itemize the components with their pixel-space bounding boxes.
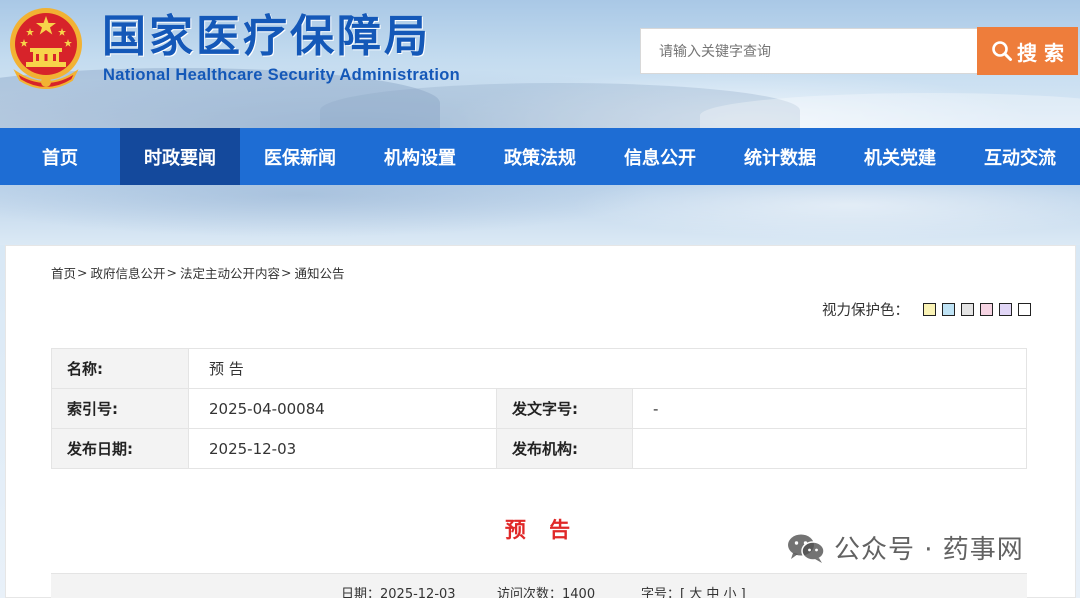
breadcrumb-notices[interactable]: 通知公告 [295,263,345,282]
info-row-name: 名称: 预 告 [51,348,1027,389]
publish-date-value: 2025-12-03 [188,428,497,469]
search-input[interactable] [640,28,978,74]
breadcrumb-separator: > [166,265,177,280]
search-button-label: 搜 索 [1017,40,1064,65]
eye-protection-label: 视力保护色： [822,303,909,319]
nav-item-medical-insurance-news[interactable]: 医保新闻 [240,128,360,185]
nav-item-statistics[interactable]: 统计数据 [720,128,840,185]
index-label: 索引号: [51,388,189,429]
nav-item-policies[interactable]: 政策法规 [480,128,600,185]
banner-band [0,185,1080,245]
doc-number-value: - [632,388,1027,429]
breadcrumb-separator: > [281,265,292,280]
nav-item-party-building[interactable]: 机关党建 [840,128,960,185]
info-row-index: 索引号: 2025-04-00084 发文字号: - [51,388,1027,429]
wechat-icon [788,534,825,563]
header-banner: 国家医疗保障局 National Healthcare Security Adm… [0,0,1080,128]
index-value: 2025-04-00084 [188,388,497,429]
breadcrumb-gov-info[interactable]: 政府信息公开 [91,263,166,282]
document-info-table: 名称: 预 告 索引号: 2025-04-00084 发文字号: - 发布日期:… [51,348,1027,469]
nav-item-organization[interactable]: 机构设置 [360,128,480,185]
search-icon [992,41,1013,61]
site-title[interactable]: 国家医疗保障局 [102,9,431,65]
meta-font-size[interactable]: 字号：[ 大 中 小 ] [641,583,746,598]
doc-number-label: 发文字号: [496,388,633,429]
search-button[interactable]: 搜 索 [977,27,1078,75]
article-meta-bar: 日期：2025-12-03 访问次数：1400 字号：[ 大 中 小 ] [51,573,1027,598]
swatch-white[interactable] [1018,303,1031,316]
nav-item-politics-news[interactable]: 时政要闻 [120,128,240,185]
site-subtitle: National Healthcare Security Administrat… [103,66,461,84]
breadcrumb: 首页 > 政府信息公开 > 法定主动公开内容 > 通知公告 [51,263,345,282]
national-emblem-icon [10,8,82,89]
publishing-org-value [632,428,1027,469]
nav-item-home[interactable]: 首页 [0,128,120,185]
publishing-org-label: 发布机构: [496,428,633,469]
meta-visits: 访问次数：1400 [497,587,596,598]
name-label: 名称: [51,348,189,389]
eye-protection: 视力保护色： [822,299,1031,320]
breadcrumb-separator: > [77,265,88,280]
watermark-text: 公众号 · 药事网 [834,535,1024,565]
main-nav: 首页 时政要闻 医保新闻 机构设置 政策法规 信息公开 统计数据 机关党建 互动… [0,128,1080,185]
swatch-gray[interactable] [961,303,974,316]
content-panel: 首页 > 政府信息公开 > 法定主动公开内容 > 通知公告 视力保护色： 名称:… [5,245,1076,598]
meta-date: 日期：2025-12-03 [341,587,456,598]
publish-date-label: 发布日期: [51,428,189,469]
breadcrumb-home[interactable]: 首页 [51,263,76,282]
breadcrumb-statutory-content[interactable]: 法定主动公开内容 [180,263,280,282]
wechat-watermark: 公众号 · 药事网 [786,529,1024,566]
info-row-date: 发布日期: 2025-12-03 发布机构: [51,428,1027,469]
swatch-blue[interactable] [942,303,955,316]
eye-protection-swatches [923,303,1031,316]
swatch-yellow[interactable] [923,303,936,316]
name-value: 预 告 [188,348,1027,389]
swatch-pink[interactable] [980,303,993,316]
nav-item-info-disclosure[interactable]: 信息公开 [600,128,720,185]
swatch-purple[interactable] [999,303,1012,316]
nav-item-interaction[interactable]: 互动交流 [960,128,1080,185]
